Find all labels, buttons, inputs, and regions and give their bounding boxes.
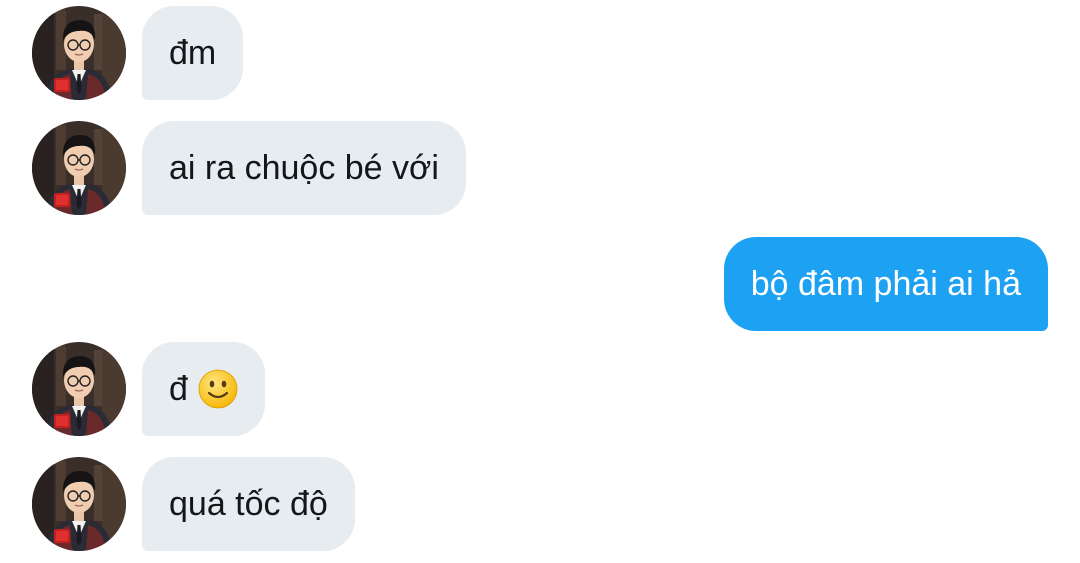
message-text: ai ra chuộc bé với [169,149,439,187]
incoming-message-bubble[interactable]: đm [142,6,244,100]
incoming-message-bubble[interactable]: quá tốc độ [142,457,355,551]
outgoing-message-bubble[interactable]: bộ đâm phải ai hả [723,237,1048,331]
profile-photo-icon [32,342,126,436]
avatar[interactable] [32,6,126,100]
profile-photo-icon [32,457,126,551]
profile-photo-icon [32,6,126,100]
incoming-message-bubble[interactable]: đ [142,342,265,436]
avatar[interactable] [32,121,126,215]
message-text: bộ đâm phải ai hả [750,265,1021,303]
profile-photo-icon [32,121,126,215]
message-text: quá tốc độ [169,485,328,523]
message-text: đ [169,370,188,408]
avatar[interactable] [32,342,126,436]
avatar[interactable] [32,457,126,551]
slightly-smiling-face-icon [198,369,238,409]
incoming-message-bubble[interactable]: ai ra chuộc bé với [142,121,466,215]
message-text: đm [169,34,217,72]
